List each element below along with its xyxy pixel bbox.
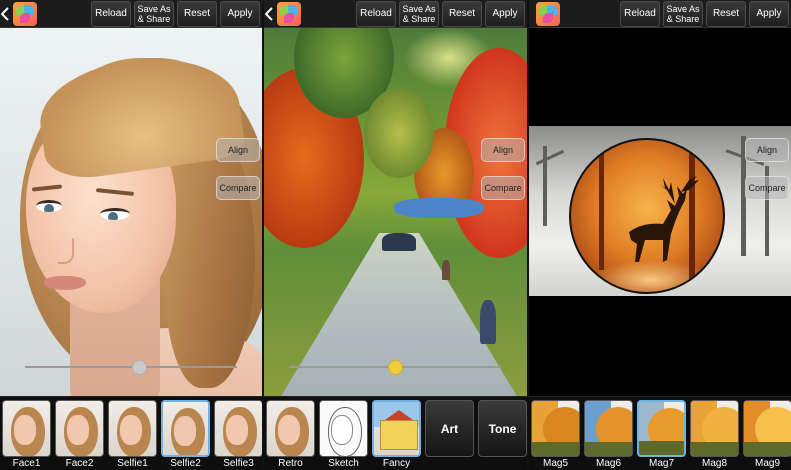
thumbnail-mag8[interactable]: Mag8 [689, 399, 740, 470]
reset-button[interactable]: Reset [442, 0, 482, 27]
reload-button[interactable]: Reload [620, 0, 660, 27]
effect-thumbnail-strip: Retro Sketch Fancy Art Tone [264, 396, 527, 470]
thumbnail-label: Mag6 [595, 458, 621, 469]
intensity-slider-knob[interactable] [388, 360, 403, 375]
category-tile-label: Tone [488, 421, 517, 436]
compare-button[interactable]: Compare [745, 176, 789, 200]
deer-silhouette-image [569, 138, 725, 294]
thumbnail-label: Face2 [65, 458, 94, 469]
thumbnail-face1[interactable]: Face1 [1, 399, 52, 470]
thumbnail-label: Mag7 [648, 458, 674, 469]
top-toolbar: Reload Save As & Share Reset Apply [264, 0, 527, 28]
thumbnail-face2[interactable]: Face2 [54, 399, 105, 470]
category-tile-tone[interactable]: Tone [477, 399, 527, 470]
reset-button[interactable]: Reset [706, 0, 746, 27]
intensity-slider-track[interactable] [25, 366, 237, 368]
thumbnail-label: Mag8 [701, 458, 727, 469]
thumbnail-label: Fancy [382, 458, 411, 469]
thumbnail-fancy[interactable]: Fancy [371, 399, 422, 470]
effect-thumbnail-strip: Face1 Face2 Selfie1 Selfie2 Selfie3 [0, 396, 262, 470]
thumbnail-label: Selfie2 [170, 458, 201, 469]
editor-panel-painting: Reload Save As & Share Reset Apply Align… [264, 0, 527, 470]
thumbnail-mag9[interactable]: Mag9 [742, 399, 791, 470]
app-logo-icon[interactable] [13, 1, 37, 26]
thumbnail-retro[interactable]: Retro [265, 399, 316, 470]
thumbnail-mag6[interactable]: Mag6 [583, 399, 634, 470]
thumbnail-sketch[interactable]: Sketch [318, 399, 369, 470]
thumbnail-label: Selfie3 [223, 458, 254, 469]
back-chevron-icon[interactable] [1, 0, 9, 28]
apply-button[interactable]: Apply [749, 0, 789, 27]
reload-button[interactable]: Reload [91, 0, 131, 27]
save-share-button[interactable]: Save As & Share [399, 0, 439, 27]
align-button[interactable]: Align [745, 138, 789, 162]
thumbnail-selfie3[interactable]: Selfie3 [213, 399, 262, 470]
reload-button[interactable]: Reload [356, 0, 396, 27]
save-share-button[interactable]: Save As & Share [134, 0, 174, 27]
thumbnail-label: Face1 [12, 458, 41, 469]
align-button[interactable]: Align [481, 138, 525, 162]
effect-thumbnail-strip: Mag5 Mag6 Mag7 Mag8 Mag9 [529, 396, 791, 470]
align-button[interactable]: Align [216, 138, 260, 162]
app-logo-icon[interactable] [277, 1, 301, 26]
compare-button[interactable]: Compare [216, 176, 260, 200]
thumbnail-label: Mag9 [754, 458, 780, 469]
thumbnail-label: Selfie1 [117, 458, 148, 469]
thumbnail-mag7[interactable]: Mag7 [636, 399, 687, 470]
app-logo-icon[interactable] [536, 1, 560, 26]
thumbnail-selfie2[interactable]: Selfie2 [160, 399, 211, 470]
intensity-slider-knob[interactable] [132, 360, 147, 375]
thumbnail-label: Retro [278, 458, 303, 469]
back-chevron-icon[interactable] [265, 0, 273, 28]
compare-button[interactable]: Compare [481, 176, 525, 200]
thumbnail-selfie1[interactable]: Selfie1 [107, 399, 158, 470]
photo-canvas[interactable] [0, 28, 262, 396]
save-share-button[interactable]: Save As & Share [663, 0, 703, 27]
thumbnail-mag5[interactable]: Mag5 [530, 399, 581, 470]
apply-button[interactable]: Apply [220, 0, 260, 27]
category-tile-art[interactable]: Art [424, 399, 475, 470]
reset-button[interactable]: Reset [177, 0, 217, 27]
apply-button[interactable]: Apply [485, 0, 525, 27]
top-toolbar: Reload Save As & Share Reset Apply [529, 0, 791, 28]
category-tile-label: Art [440, 421, 459, 436]
editor-panel-portrait: Reload Save As & Share Reset Apply Align… [0, 0, 262, 470]
editor-panel-deer: Reload Save As & Share Reset Apply Align… [529, 0, 791, 470]
back-chevron-icon[interactable] [530, 0, 532, 28]
photo-canvas[interactable] [529, 28, 791, 396]
top-toolbar: Reload Save As & Share Reset Apply [0, 0, 262, 28]
thumbnail-label: Sketch [328, 458, 359, 469]
thumbnail-label: Mag5 [542, 458, 568, 469]
photo-canvas[interactable] [264, 28, 527, 396]
